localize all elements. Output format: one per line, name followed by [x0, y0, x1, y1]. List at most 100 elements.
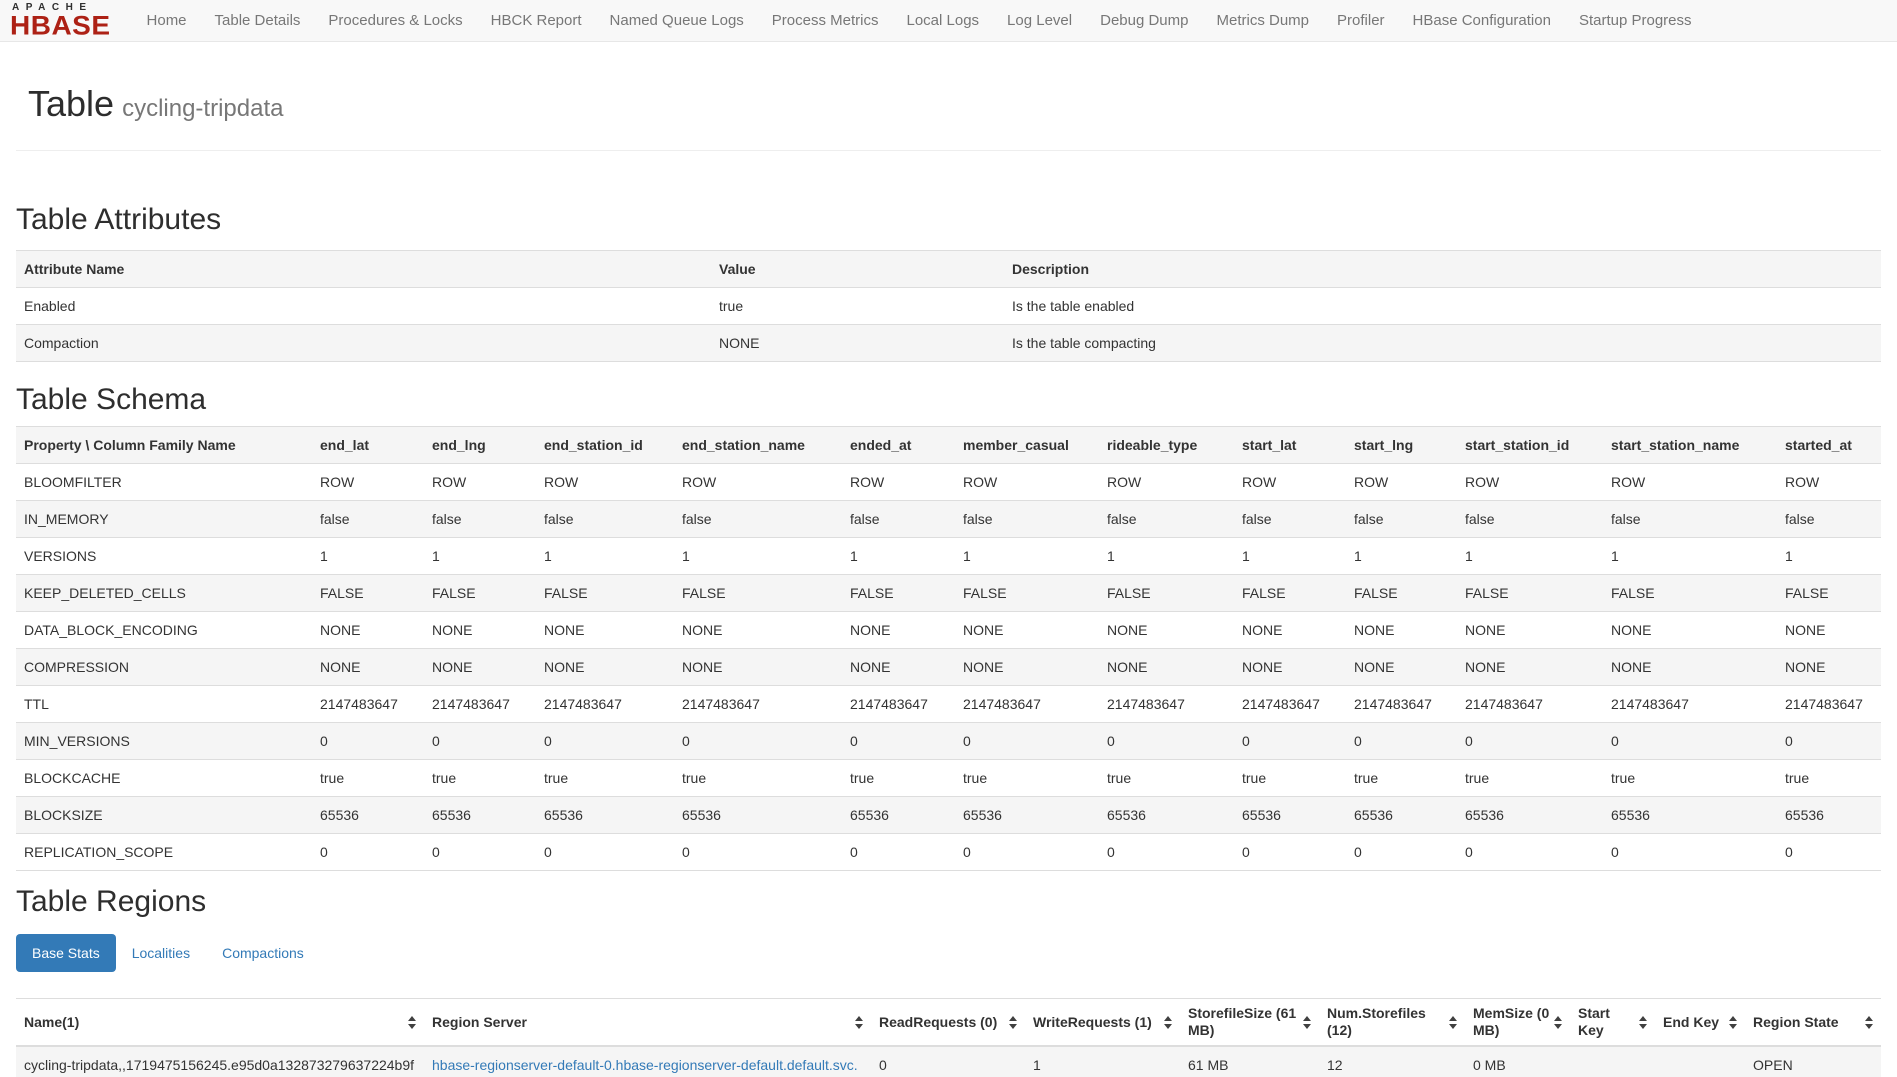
attribute-value-cell: NONE	[711, 325, 1004, 362]
end-key-cell	[1655, 1046, 1745, 1077]
schema-family-rideable-type: rideable_type	[1099, 427, 1234, 464]
schema-value-cell: 65536	[955, 797, 1099, 834]
schema-family-end-lng: end_lng	[424, 427, 536, 464]
region-view-tabs: Base StatsLocalitiesCompactions	[16, 934, 1881, 972]
schema-value-cell: 65536	[536, 797, 674, 834]
num-storefiles-cell: 12	[1319, 1046, 1465, 1077]
nav-item-table-details[interactable]: Table Details	[201, 0, 315, 41]
page-title-text: Table	[28, 83, 114, 124]
table-row: TTL2147483647214748364721474836472147483…	[16, 686, 1881, 723]
schema-value-cell: ROW	[312, 464, 424, 501]
nav-item-hbck-report[interactable]: HBCK Report	[477, 0, 596, 41]
nav-item-metrics-dump[interactable]: Metrics Dump	[1203, 0, 1324, 41]
attribute-description-cell: Is the table compacting	[1004, 325, 1881, 362]
regions-col-label: Region Server	[432, 1014, 851, 1031]
nav-item-named-queue-logs[interactable]: Named Queue Logs	[596, 0, 758, 41]
schema-value-cell: ROW	[1777, 464, 1881, 501]
schema-value-cell: FALSE	[1099, 575, 1234, 612]
nav-item-profiler[interactable]: Profiler	[1323, 0, 1399, 41]
schema-value-cell: 0	[842, 723, 955, 760]
schema-value-cell: 1	[424, 538, 536, 575]
schema-value-cell: ROW	[1234, 464, 1346, 501]
schema-property-cell: VERSIONS	[16, 538, 312, 575]
schema-value-cell: 2147483647	[1099, 686, 1234, 723]
table-row: MIN_VERSIONS000000000000	[16, 723, 1881, 760]
schema-value-cell: 0	[674, 834, 842, 871]
regions-heading: Table Regions	[16, 886, 1881, 918]
schema-value-cell: NONE	[1603, 612, 1777, 649]
regions-col-memsize-0-mb[interactable]: MemSize (0 MB)	[1465, 999, 1570, 1047]
regions-col-label: Name(1)	[24, 1014, 404, 1031]
schema-value-cell: 0	[1234, 834, 1346, 871]
schema-value-cell: NONE	[1099, 649, 1234, 686]
regions-table-head: Name(1) Region Server ReadRequests (0) Writ…	[16, 999, 1881, 1047]
schema-value-cell: 0	[1603, 834, 1777, 871]
nav-item-hbase-configuration[interactable]: HBase Configuration	[1399, 0, 1565, 41]
region-server-link[interactable]: hbase-regionserver-default-0.hbase-regio…	[432, 1057, 858, 1077]
attributes-table-body: EnabledtrueIs the table enabledCompactio…	[16, 288, 1881, 362]
schema-value-cell: 2147483647	[674, 686, 842, 723]
schema-value-cell: 65536	[1603, 797, 1777, 834]
schema-value-cell: NONE	[955, 612, 1099, 649]
nav-item-startup-progress[interactable]: Startup Progress	[1565, 0, 1706, 41]
region-tab-base-stats[interactable]: Base Stats	[16, 934, 116, 972]
schema-value-cell: NONE	[312, 612, 424, 649]
nav-item-process-metrics[interactable]: Process Metrics	[758, 0, 893, 41]
schema-value-cell: 2147483647	[1346, 686, 1457, 723]
schema-property-cell: BLOOMFILTER	[16, 464, 312, 501]
nav-item-log-level[interactable]: Log Level	[993, 0, 1086, 41]
schema-value-cell: 65536	[312, 797, 424, 834]
schema-value-cell: true	[1457, 760, 1603, 797]
schema-value-cell: false	[674, 501, 842, 538]
regions-col-readrequests-0[interactable]: ReadRequests (0)	[871, 999, 1025, 1047]
nav-item-procedures-locks[interactable]: Procedures & Locks	[314, 0, 476, 41]
schema-property-cell: BLOCKCACHE	[16, 760, 312, 797]
top-navbar: APACHE HBASE HomeTable DetailsProcedures…	[0, 0, 1897, 42]
schema-value-cell: 65536	[842, 797, 955, 834]
schema-value-cell: 1	[674, 538, 842, 575]
schema-value-cell: NONE	[842, 649, 955, 686]
schema-value-cell: true	[424, 760, 536, 797]
nav-item-debug-dump[interactable]: Debug Dump	[1086, 0, 1202, 41]
regions-table: Name(1) Region Server ReadRequests (0) Writ…	[16, 998, 1881, 1077]
sort-icon	[855, 1016, 863, 1029]
schema-value-cell: true	[1603, 760, 1777, 797]
regions-col-region-state[interactable]: Region State	[1745, 999, 1881, 1047]
regions-table-body: cycling-tripdata,,1719475156245.e95d0a13…	[16, 1046, 1881, 1077]
schema-value-cell: 1	[1099, 538, 1234, 575]
schema-value-cell: 0	[1603, 723, 1777, 760]
schema-value-cell: ROW	[955, 464, 1099, 501]
schema-value-cell: 65536	[1099, 797, 1234, 834]
nav-item-local-logs[interactable]: Local Logs	[892, 0, 993, 41]
regions-col-region-server[interactable]: Region Server	[424, 999, 871, 1047]
schema-value-cell: FALSE	[1777, 575, 1881, 612]
regions-col-storefilesize-61-mb[interactable]: StorefileSize (61 MB)	[1180, 999, 1319, 1047]
region-tab-localities[interactable]: Localities	[116, 934, 206, 972]
table-row: EnabledtrueIs the table enabled	[16, 288, 1881, 325]
regions-col-num-storefiles-12[interactable]: Num.Storefiles (12)	[1319, 999, 1465, 1047]
sort-icon	[1639, 1016, 1647, 1029]
logo-hbase-text: HBASE	[10, 13, 111, 38]
schema-value-cell: NONE	[955, 649, 1099, 686]
regions-col-name-1[interactable]: Name(1)	[16, 999, 424, 1047]
regions-col-start-key[interactable]: Start Key	[1570, 999, 1655, 1047]
nav-item-home[interactable]: Home	[133, 0, 201, 41]
schema-value-cell: ROW	[674, 464, 842, 501]
hbase-logo[interactable]: APACHE HBASE	[10, 3, 111, 39]
schema-value-cell: true	[536, 760, 674, 797]
schema-family-start-station-id: start_station_id	[1457, 427, 1603, 464]
schema-value-cell: NONE	[842, 612, 955, 649]
regions-col-writerequests-1[interactable]: WriteRequests (1)	[1025, 999, 1180, 1047]
schema-value-cell: 0	[1777, 723, 1881, 760]
write-requests-cell: 1	[1025, 1046, 1180, 1077]
regions-col-label: ReadRequests (0)	[879, 1014, 1005, 1031]
regions-col-label: StorefileSize (61 MB)	[1188, 1005, 1299, 1039]
schema-value-cell: true	[1777, 760, 1881, 797]
region-tab-compactions[interactable]: Compactions	[206, 934, 320, 972]
schema-family-start-lng: start_lng	[1346, 427, 1457, 464]
schema-value-cell: true	[1346, 760, 1457, 797]
sort-icon	[408, 1016, 416, 1029]
regions-col-end-key[interactable]: End Key	[1655, 999, 1745, 1047]
schema-property-cell: DATA_BLOCK_ENCODING	[16, 612, 312, 649]
schema-value-cell: NONE	[424, 612, 536, 649]
